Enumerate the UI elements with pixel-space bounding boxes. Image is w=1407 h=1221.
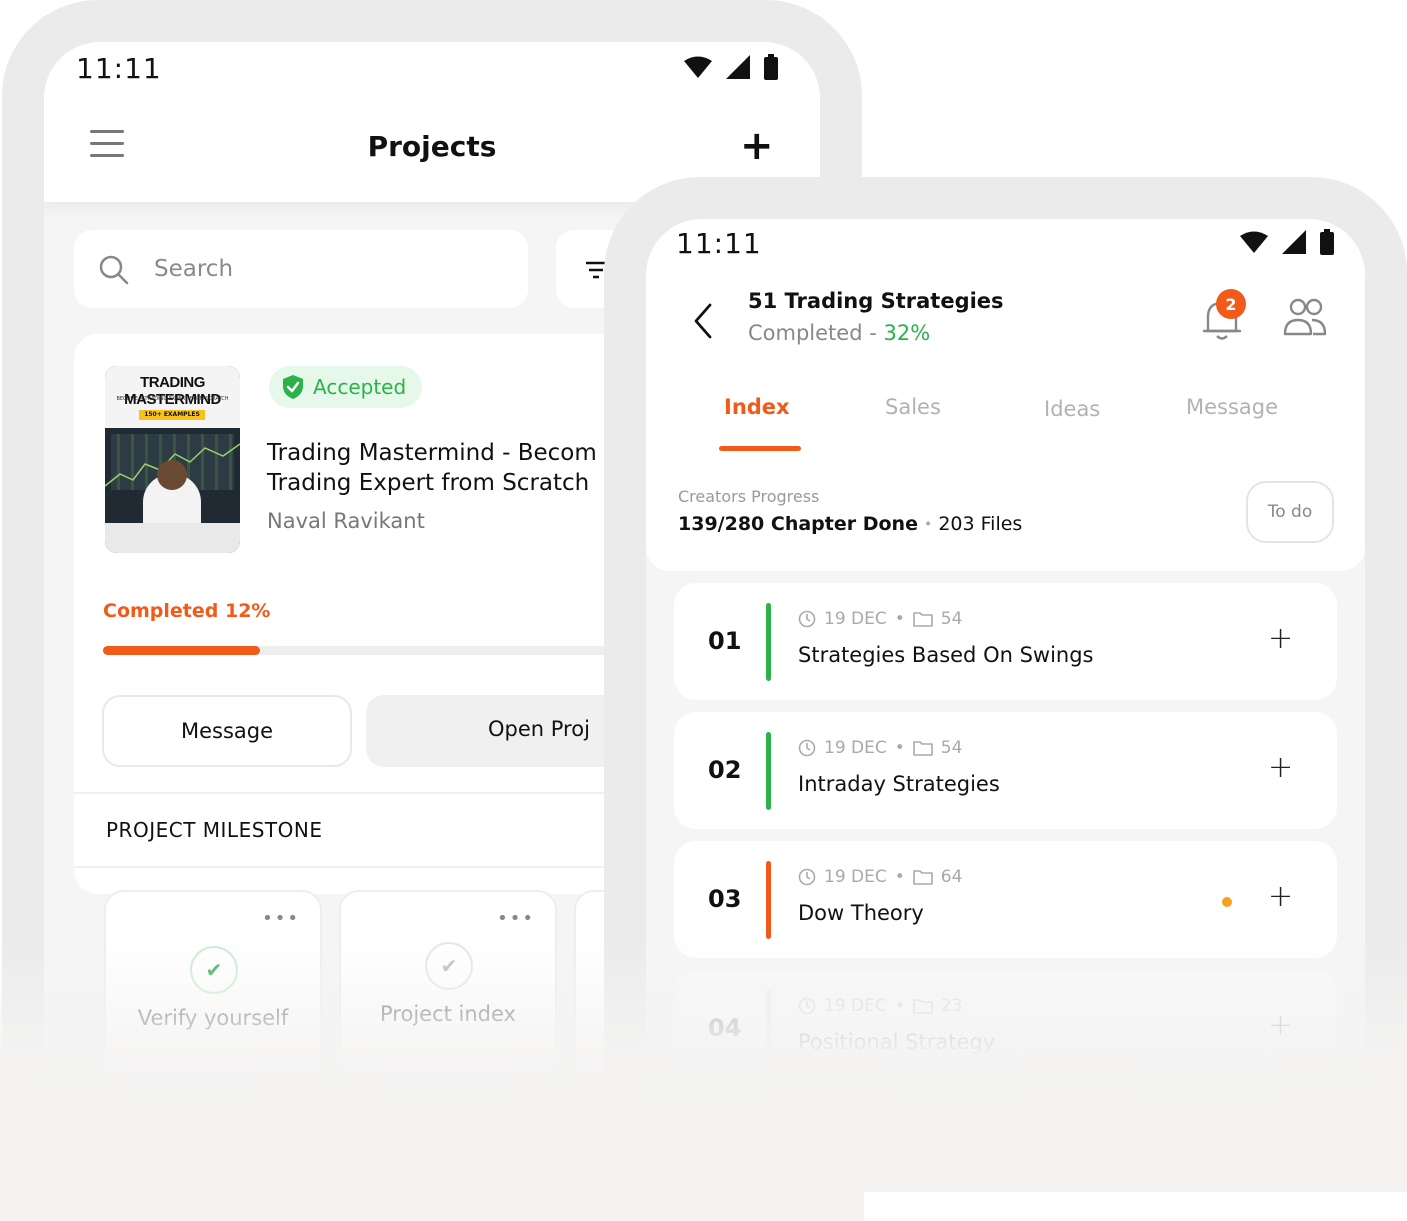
- folder-icon: [912, 999, 933, 1014]
- chapter-name: Intraday Strategies: [798, 772, 1000, 796]
- chapter-number: 04: [708, 1014, 742, 1042]
- detail-phone-frame: 11:11 51 Trading Strategies Completed - …: [604, 177, 1407, 1221]
- project-detail-completed: Completed - 32%: [748, 321, 930, 345]
- more-options-icon[interactable]: •••: [262, 908, 300, 929]
- chapter-files: 23: [940, 996, 963, 1016]
- chapter-status-bar: [766, 603, 771, 681]
- tab-index[interactable]: Index: [724, 395, 790, 419]
- page-title: Projects: [367, 130, 497, 163]
- clock-icon: [798, 997, 816, 1015]
- chapter-meta: 19 DEC • 54: [798, 609, 962, 629]
- chapter-row[interactable]: 04 19 DEC • 23 Positional Strategy +: [674, 970, 1337, 1087]
- project-progress-fill: [103, 646, 261, 655]
- completed-prefix: Completed -: [748, 321, 884, 345]
- search-placeholder: Search: [154, 256, 234, 282]
- notification-count-badge: 2: [1216, 289, 1246, 319]
- creators-progress-value: 139/280 Chapter Done • 203 Files: [678, 513, 1023, 535]
- chapter-name: Positional Strategy: [798, 1030, 996, 1054]
- add-chapter-item-button[interactable]: +: [1268, 1008, 1293, 1043]
- cover-subtitle: BECOME A TRADING EXPERT FROM SCRATCH: [116, 396, 229, 402]
- message-button[interactable]: Message: [102, 695, 352, 767]
- chapter-files: 64: [940, 867, 963, 887]
- chapter-files: 54: [940, 738, 963, 758]
- battery-icon: [764, 54, 778, 80]
- chapter-status-bar: [766, 990, 771, 1068]
- creators-progress-label: Creators Progress: [678, 487, 820, 506]
- files-count: 203 Files: [938, 513, 1023, 535]
- clock-icon: [798, 739, 816, 757]
- check-circle-icon: ✔: [190, 946, 238, 994]
- chapters-done: 139/280 Chapter Done: [678, 513, 918, 535]
- back-arrow-icon[interactable]: [692, 301, 714, 341]
- add-project-button[interactable]: +: [740, 126, 774, 166]
- wifi-icon: [1240, 231, 1268, 253]
- chapter-row[interactable]: 03 19 DEC • 64 Dow Theory +: [674, 841, 1337, 958]
- chapter-status-bar: [766, 732, 771, 810]
- folder-icon: [912, 870, 933, 885]
- clock-icon: [798, 868, 816, 886]
- signal-icon: [1282, 230, 1306, 254]
- chapter-date: 19 DEC: [824, 609, 887, 629]
- chapter-number: 01: [708, 627, 742, 655]
- search-icon: [99, 255, 129, 285]
- milestone-section-title: PROJECT MILESTONE: [106, 818, 323, 842]
- chapter-files: 54: [940, 609, 963, 629]
- add-chapter-item-button[interactable]: +: [1268, 750, 1293, 785]
- tab-message[interactable]: Message: [1186, 395, 1278, 419]
- bottom-right-gap: [864, 1192, 1407, 1221]
- chapter-row[interactable]: 01 19 DEC • 54 Strategies Based On Swings…: [674, 583, 1337, 700]
- cover-tag: 150+ EXAMPLES: [139, 410, 205, 420]
- add-chapter-item-button[interactable]: +: [1268, 621, 1293, 656]
- milestone-card[interactable]: ••• ✔ Project index: [339, 890, 557, 1090]
- project-cover-image: TRADING MASTERMIND BECOME A TRADING EXPE…: [105, 366, 240, 553]
- milestone-label: Project index: [380, 1002, 516, 1026]
- badge-label: Accepted: [313, 375, 407, 399]
- check-circle-icon: ✔: [425, 942, 473, 990]
- chapter-number: 03: [708, 885, 742, 913]
- chapter-row[interactable]: 02 19 DEC • 54 Intraday Strategies +: [674, 712, 1337, 829]
- project-author: Naval Ravikant: [267, 509, 425, 533]
- todo-button[interactable]: To do: [1246, 481, 1334, 543]
- milestone-card[interactable]: ••• ✔ Verify yourself: [104, 890, 322, 1090]
- chapter-status-bar: [766, 861, 771, 939]
- signal-icon: [726, 55, 750, 79]
- project-detail-title: 51 Trading Strategies: [748, 289, 1004, 313]
- chapter-date: 19 DEC: [824, 996, 887, 1016]
- chapter-meta: 19 DEC • 64: [798, 867, 962, 887]
- project-completed-label: Completed 12%: [103, 600, 271, 622]
- chapter-name: Dow Theory: [798, 901, 924, 925]
- search-input[interactable]: Search: [74, 230, 528, 308]
- status-icons: [1240, 229, 1334, 255]
- detail-app-bar: 11:11 51 Trading Strategies Completed - …: [646, 219, 1365, 451]
- battery-icon: [1320, 229, 1334, 255]
- clock-icon: [798, 610, 816, 628]
- status-time: 11:11: [76, 52, 162, 85]
- more-options-icon[interactable]: •••: [497, 908, 535, 929]
- chapter-meta: 19 DEC • 23: [798, 996, 962, 1016]
- tab-ideas[interactable]: Ideas: [1044, 397, 1100, 421]
- team-members-icon[interactable]: [1282, 297, 1328, 337]
- chapter-number: 02: [708, 756, 742, 784]
- shield-check-icon: [283, 375, 303, 399]
- creators-progress-card: Creators Progress 139/280 Chapter Done •…: [646, 451, 1365, 571]
- status-icons: [684, 54, 778, 80]
- status-time: 11:11: [676, 227, 762, 260]
- cover-title: TRADING MASTERMIND: [124, 374, 221, 408]
- completed-percent: 32%: [883, 321, 931, 345]
- accepted-status-badge: Accepted: [269, 366, 423, 408]
- detail-screen: 11:11 51 Trading Strategies Completed - …: [646, 219, 1365, 1221]
- folder-icon: [912, 612, 933, 627]
- chapter-date: 19 DEC: [824, 738, 887, 758]
- wifi-icon: [684, 56, 712, 78]
- milestone-label: Verify yourself: [137, 1006, 289, 1030]
- pending-status-dot: [1222, 897, 1232, 907]
- add-chapter-item-button[interactable]: +: [1268, 879, 1293, 914]
- folder-icon: [912, 741, 933, 756]
- chapter-date: 19 DEC: [824, 867, 887, 887]
- tab-sales[interactable]: Sales: [885, 395, 941, 419]
- chapter-name: Strategies Based On Swings: [798, 643, 1094, 667]
- chapter-meta: 19 DEC • 54: [798, 738, 962, 758]
